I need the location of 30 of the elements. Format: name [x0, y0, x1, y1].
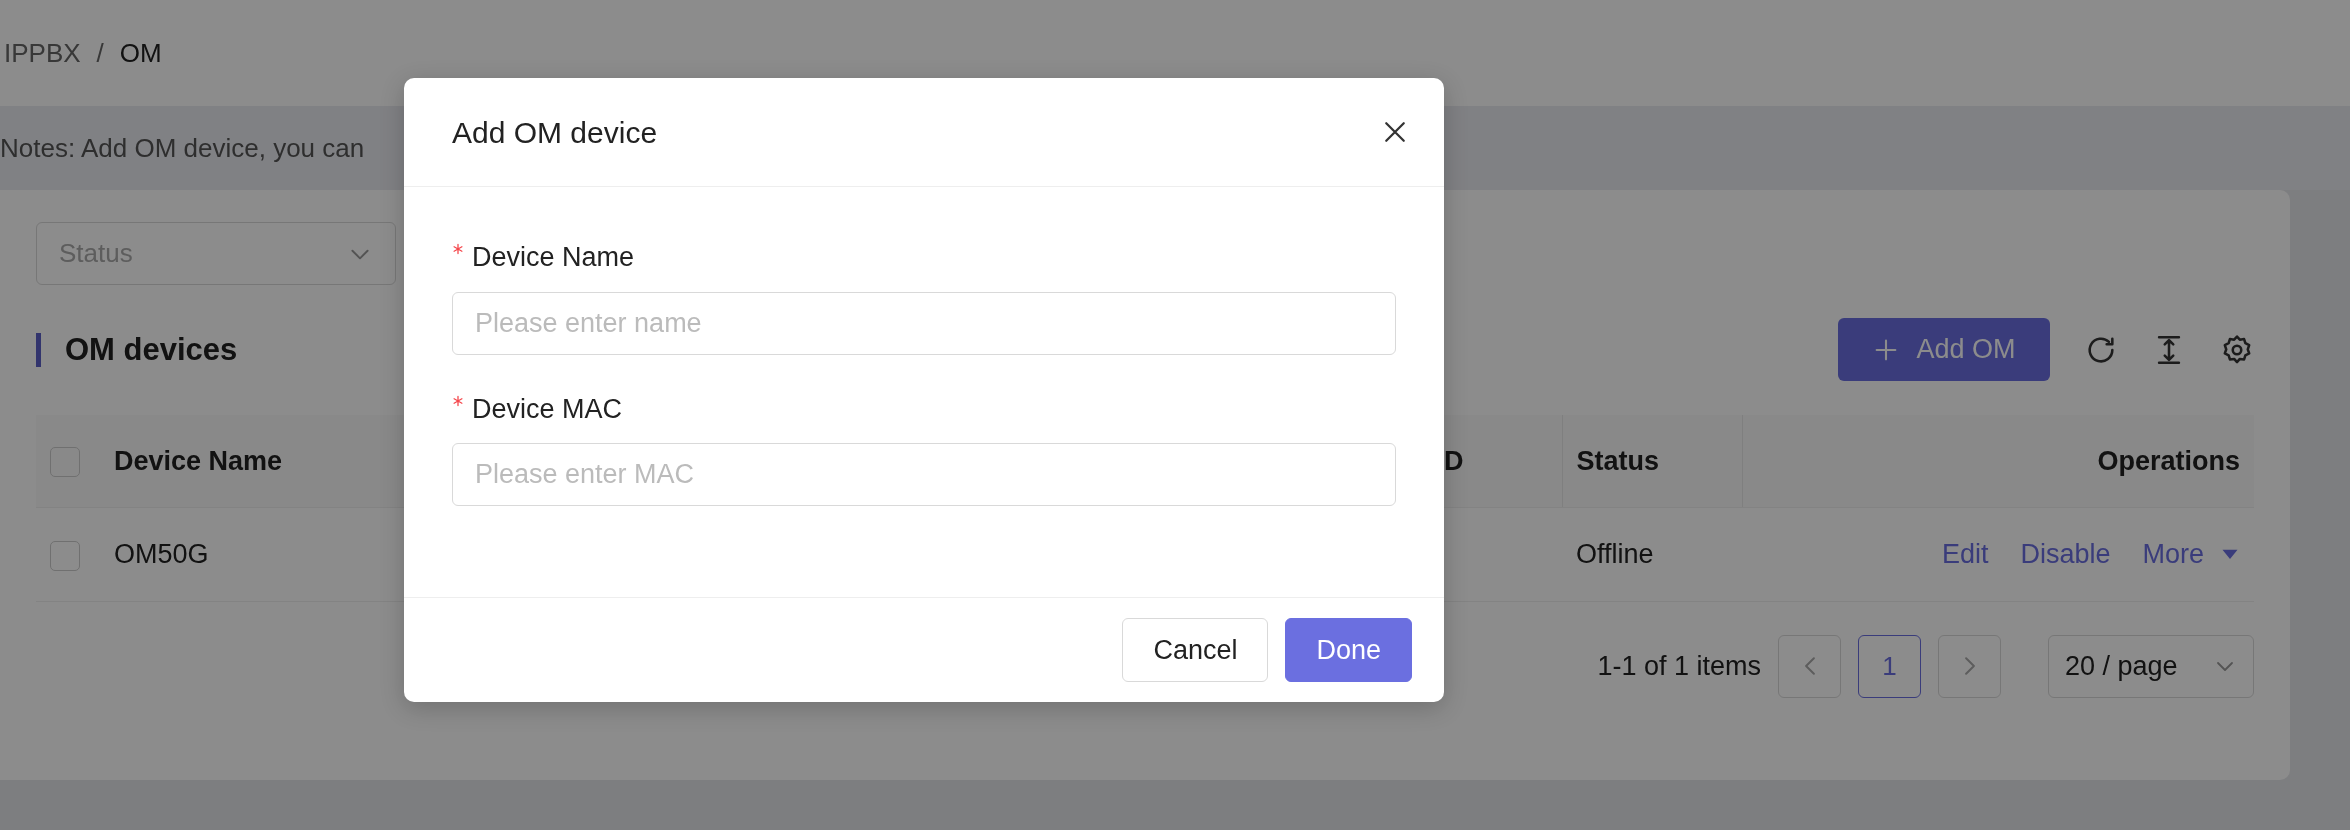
page-button[interactable]: 1 [1858, 634, 1921, 698]
pagination-summary: 1-1 of 1 items [1597, 649, 1761, 683]
more-dropdown[interactable]: More [2142, 533, 2240, 575]
breadcrumb-separator: / [96, 36, 104, 70]
breadcrumb-current: OM [119, 36, 162, 70]
column-header: D [1444, 445, 1464, 476]
page-size-select[interactable]: 20 / page [2048, 634, 2254, 698]
input-field[interactable]: Please enter MAC [452, 443, 1396, 506]
breadcrumb-link[interactable]: IPPBX [4, 33, 81, 73]
page-size-value: 20 / page [2065, 649, 2178, 683]
column-header: Operations [2097, 445, 2240, 476]
column-header: Status [1576, 445, 1660, 476]
notes-text: Notes: Add OM device, you can [0, 131, 365, 165]
section-title: OM devices [36, 332, 238, 367]
table-cell: OM50G [114, 538, 209, 569]
action-link[interactable]: Edit [1941, 533, 1989, 575]
table-cell: Offline [1576, 538, 1654, 569]
field-label: Device Name [472, 241, 635, 274]
chevron-right-icon [1964, 657, 1975, 675]
field-label: Device MAC [472, 392, 623, 426]
done-button[interactable]: Done [1285, 618, 1412, 682]
column-header: Device Name [114, 445, 283, 476]
dialog-title: Add OM device [452, 114, 658, 151]
action-link[interactable]: Disable [2020, 533, 2111, 575]
input-field[interactable]: Please enter name [452, 291, 1396, 355]
add-om-button[interactable]: Add OM [1838, 318, 2050, 381]
cancel-button[interactable]: Cancel [1122, 618, 1269, 682]
checkbox[interactable] [50, 447, 80, 478]
chevron-left-icon [1804, 657, 1815, 675]
checkbox[interactable] [50, 540, 80, 571]
